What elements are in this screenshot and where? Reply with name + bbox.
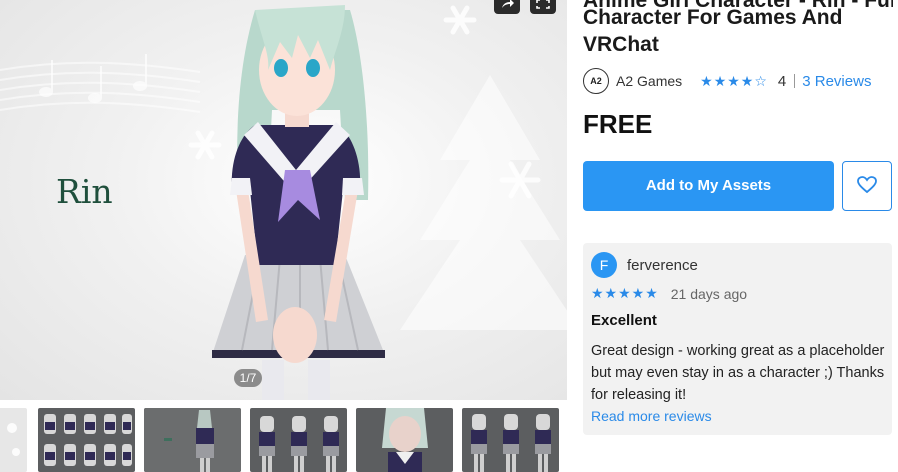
thumbnail[interactable] bbox=[462, 408, 559, 472]
review-card: F ferverence ★★★★★ 21 days ago Excellent… bbox=[583, 243, 892, 435]
divider bbox=[794, 74, 796, 88]
thumbnail[interactable] bbox=[144, 408, 241, 472]
fullscreen-button[interactable] bbox=[530, 0, 556, 14]
publisher-logo[interactable]: A2 bbox=[583, 68, 609, 94]
rating-value: 4 bbox=[777, 72, 787, 90]
thumbnail[interactable] bbox=[250, 408, 347, 472]
review-header: F ferverence bbox=[591, 252, 698, 278]
product-gallery: Rin 1/7 bbox=[0, 0, 567, 472]
review-title: Excellent bbox=[591, 312, 657, 329]
star-icon: ★★★★ bbox=[700, 72, 755, 89]
star-empty-icon: ☆ bbox=[754, 72, 768, 89]
publisher-link[interactable]: A2 Games bbox=[616, 73, 682, 89]
rating-stars: ★★★★☆ bbox=[700, 73, 768, 90]
product-title: Anime Girl Character - Rin - Fully Rigge… bbox=[583, 0, 893, 58]
expand-icon bbox=[536, 0, 550, 9]
wishlist-button[interactable] bbox=[842, 161, 892, 211]
review-date: 21 days ago bbox=[670, 285, 748, 302]
product-title-line-clipped: Anime Girl Character - Rin - Fully Rigge… bbox=[583, 0, 893, 12]
price: FREE bbox=[583, 109, 653, 139]
share-button[interactable] bbox=[494, 0, 520, 14]
hero-title-text: Rin bbox=[56, 172, 113, 211]
thumbnail[interactable] bbox=[38, 408, 135, 472]
avatar: F bbox=[591, 252, 617, 278]
thumbnail-strip bbox=[0, 407, 567, 472]
product-info-panel: Anime Girl Character - Rin - Fully Rigge… bbox=[583, 0, 898, 472]
thumbnail[interactable] bbox=[356, 408, 453, 472]
image-counter: 1/7 bbox=[234, 369, 262, 387]
thumbnail[interactable] bbox=[0, 408, 27, 472]
reviews-link[interactable]: 3 Reviews bbox=[802, 73, 871, 90]
review-author: ferverence bbox=[627, 256, 698, 274]
publisher-rating-row: A2 A2 Games ★★★★☆ 4 3 Reviews bbox=[583, 68, 893, 94]
main-image[interactable]: Rin 1/7 bbox=[0, 0, 567, 400]
review-body: Great design - working great as a placeh… bbox=[591, 343, 885, 403]
heart-icon bbox=[857, 175, 877, 197]
add-to-my-assets-button[interactable]: Add to My Assets bbox=[583, 161, 834, 211]
read-more-reviews-link[interactable]: Read more reviews bbox=[591, 408, 712, 424]
review-meta: ★★★★★ 21 days ago bbox=[591, 285, 747, 302]
share-icon bbox=[500, 0, 514, 9]
review-star-icon: ★★★★★ bbox=[591, 285, 659, 301]
